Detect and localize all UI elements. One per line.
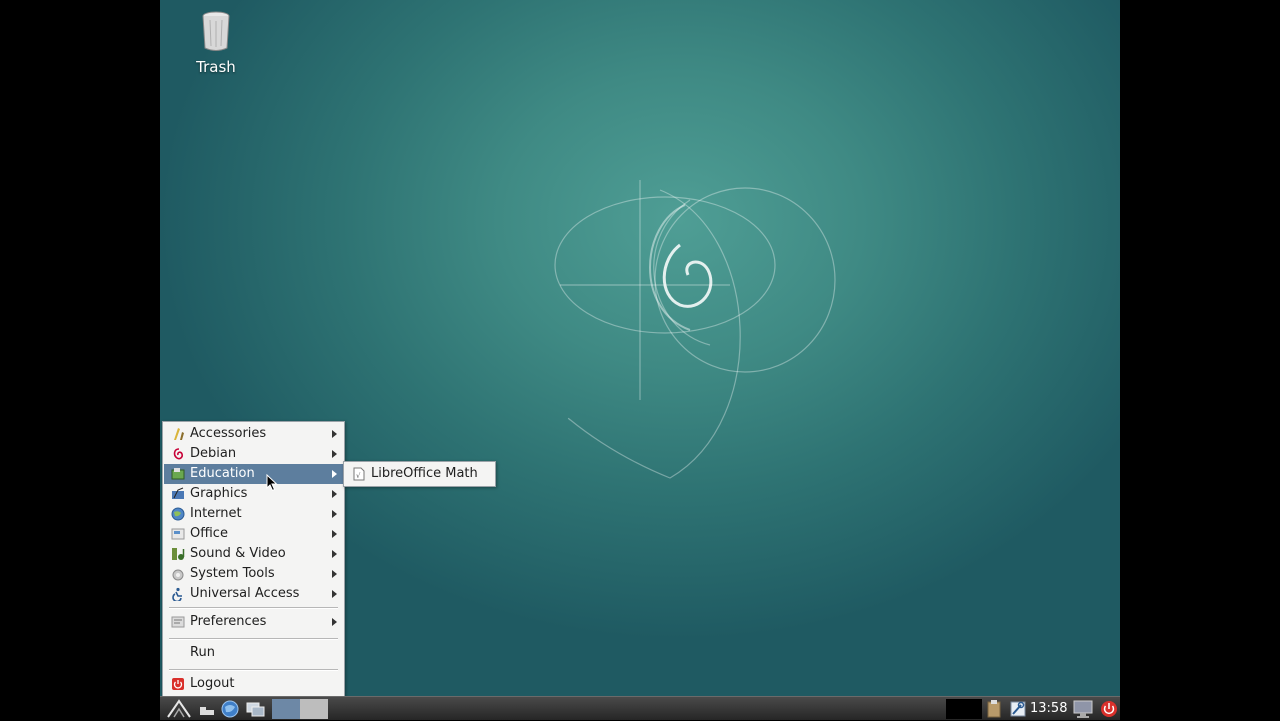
debian-swirl-icon — [173, 448, 183, 460]
chevron-right-icon — [332, 510, 337, 518]
network-icon[interactable] — [1009, 699, 1027, 719]
graphics-icon — [172, 487, 184, 499]
menu-item-graphics[interactable]: Graphics — [164, 484, 343, 504]
chevron-right-icon — [332, 618, 337, 626]
education-submenu: √ LibreOffice Math — [343, 461, 496, 487]
menu-item-run[interactable]: Run — [164, 643, 343, 663]
trash-icon — [202, 11, 230, 51]
workspace-2-button[interactable] — [300, 699, 328, 719]
application-menu: Accessories Debian Education Graphics In… — [162, 421, 345, 698]
display-icon[interactable] — [1072, 699, 1094, 719]
menu-separator — [169, 638, 338, 640]
chevron-right-icon — [332, 430, 337, 438]
desktop-icon-trash[interactable]: Trash — [190, 10, 242, 76]
menu-item-logout[interactable]: Logout — [164, 674, 343, 694]
desktop-switch-icon[interactable] — [246, 699, 266, 719]
education-icon — [171, 468, 185, 480]
menu-item-education[interactable]: Education — [164, 464, 343, 484]
minimize-all-icon[interactable] — [198, 699, 216, 719]
chevron-right-icon — [332, 470, 337, 478]
menu-item-office[interactable]: Office — [164, 524, 343, 544]
universal-access-icon — [172, 587, 182, 601]
chevron-right-icon — [332, 450, 337, 458]
menu-item-preferences[interactable]: Preferences — [164, 612, 343, 632]
libreoffice-math-icon: √ — [353, 467, 365, 481]
chevron-right-icon — [332, 570, 337, 578]
internet-globe-icon — [171, 507, 185, 521]
menu-separator — [169, 669, 338, 671]
web-browser-icon[interactable] — [220, 699, 240, 719]
menu-item-internet[interactable]: Internet — [164, 504, 343, 524]
chevron-right-icon — [332, 550, 337, 558]
clipboard-icon[interactable] — [985, 699, 1003, 719]
mouse-cursor — [266, 474, 278, 492]
chevron-right-icon — [332, 590, 337, 598]
menu-item-universal-access[interactable]: Universal Access — [164, 584, 343, 604]
chevron-right-icon — [332, 490, 337, 498]
cpu-monitor — [946, 699, 982, 719]
menu-item-libreoffice-math[interactable]: √ LibreOffice Math — [345, 464, 494, 484]
clock[interactable]: 13:58 — [1030, 697, 1067, 721]
taskbar: 13:58 — [160, 696, 1120, 720]
sound-video-icon — [172, 548, 185, 560]
preferences-icon — [171, 616, 185, 628]
menu-item-sound-video[interactable]: Sound & Video — [164, 544, 343, 564]
lxde-menu-icon[interactable] — [166, 699, 192, 719]
trash-label: Trash — [196, 58, 236, 76]
chevron-right-icon — [332, 530, 337, 538]
office-icon — [171, 528, 185, 540]
menu-separator — [169, 607, 338, 609]
power-icon[interactable] — [1100, 699, 1118, 719]
logout-icon — [172, 678, 184, 690]
svg-text:√: √ — [356, 472, 361, 480]
menu-item-debian[interactable]: Debian — [164, 444, 343, 464]
debian-wallpaper-swirl — [554, 180, 836, 479]
system-tools-icon — [172, 569, 184, 581]
menu-item-accessories[interactable]: Accessories — [164, 424, 343, 444]
menu-item-system-tools[interactable]: System Tools — [164, 564, 343, 584]
workspace-1-button[interactable] — [272, 699, 300, 719]
accessories-icon — [174, 428, 184, 440]
